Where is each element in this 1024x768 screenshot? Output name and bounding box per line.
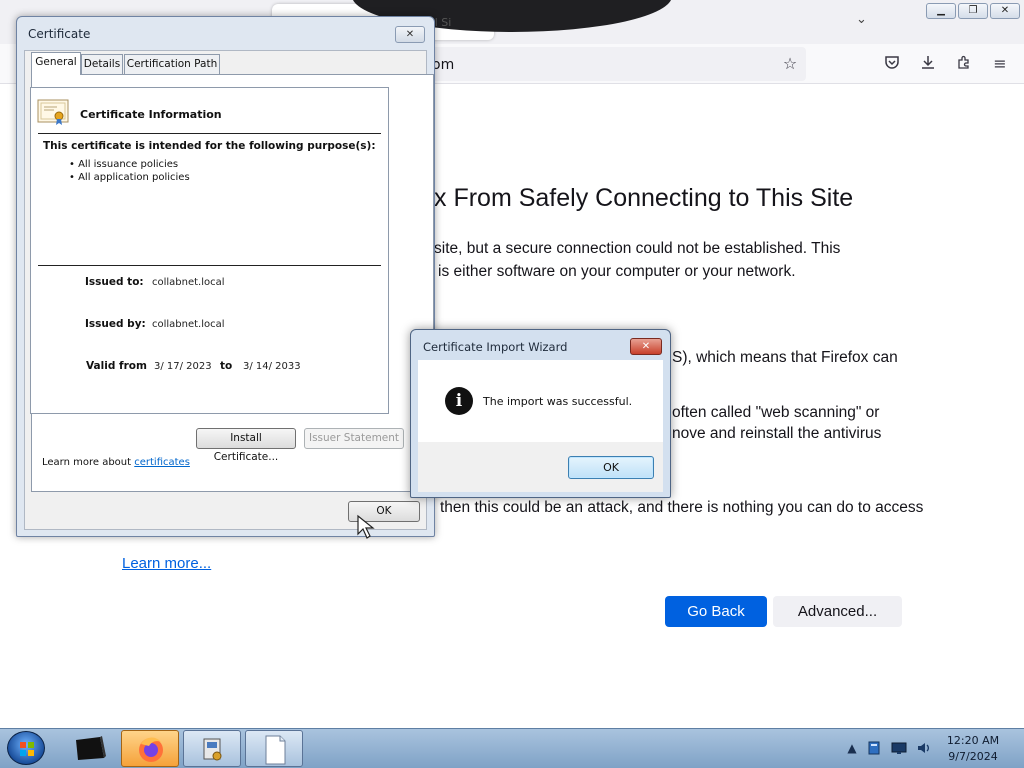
issued-by-value: collabnet.local bbox=[152, 319, 225, 330]
display-icon[interactable] bbox=[891, 740, 907, 756]
certificate-info-heading: Certificate Information bbox=[80, 108, 222, 121]
tab-label: Details bbox=[83, 58, 121, 70]
clock-time: 12:20 AM bbox=[946, 734, 1000, 747]
import-wizard-dialog: Certificate Import Wizard ✕ i The import… bbox=[410, 329, 671, 498]
extensions-icon[interactable] bbox=[954, 54, 974, 74]
learn-more-prefix: Learn more about bbox=[42, 457, 135, 468]
certificate-icon bbox=[37, 99, 69, 125]
error-paragraph-line: site, but a secure connection could not … bbox=[434, 240, 841, 257]
close-icon: ✕ bbox=[641, 341, 651, 352]
wizard-close-button[interactable]: ✕ bbox=[630, 338, 662, 355]
pocket-icon[interactable] bbox=[882, 54, 902, 74]
wizard-message: The import was successful. bbox=[483, 395, 633, 408]
network-drive-icon[interactable] bbox=[866, 740, 882, 756]
divider bbox=[38, 265, 381, 266]
minimize-button[interactable]: ▁ bbox=[926, 3, 956, 19]
tab-list-icon[interactable]: ⌄ bbox=[856, 12, 874, 30]
restore-button[interactable]: ❐ bbox=[958, 3, 988, 19]
download-icon[interactable] bbox=[918, 54, 938, 74]
certificates-link[interactable]: certificates bbox=[134, 457, 190, 468]
start-button[interactable] bbox=[7, 731, 45, 765]
purpose-item: • All application policies bbox=[69, 172, 190, 183]
issued-to-value: collabnet.local bbox=[152, 277, 225, 288]
info-icon: i bbox=[445, 387, 473, 415]
valid-from-label: Valid from bbox=[86, 360, 147, 372]
dialog-title: Certificate bbox=[28, 27, 91, 41]
dialog-close-button[interactable]: ✕ bbox=[395, 26, 425, 43]
close-window-button[interactable]: ✕ bbox=[990, 3, 1020, 19]
wizard-content: i The import was successful. OK bbox=[418, 360, 663, 492]
learn-more-certificates: Learn more about certificates bbox=[42, 457, 190, 468]
valid-from-value: 3/ 17/ 2023 bbox=[154, 361, 212, 372]
tab-label: Certification Path bbox=[126, 58, 218, 70]
error-paragraph-line: then this could be an attack, and there … bbox=[440, 499, 924, 516]
tab-details[interactable]: Details bbox=[81, 54, 123, 74]
tab-certification-path[interactable]: Certification Path bbox=[124, 54, 220, 74]
restore-icon: ❐ bbox=[968, 5, 978, 16]
issued-to-label: Issued to: bbox=[85, 276, 144, 288]
error-paragraph-line: often called "web scanning" or bbox=[672, 404, 880, 421]
advanced-button[interactable]: Advanced... bbox=[773, 596, 902, 627]
menu-icon[interactable]: ≡ bbox=[990, 54, 1010, 74]
go-back-button[interactable]: Go Back bbox=[665, 596, 767, 627]
star-icon[interactable]: ☆ bbox=[780, 54, 800, 74]
firefox-icon bbox=[139, 737, 163, 762]
install-certificate-button[interactable]: Install Certificate... bbox=[196, 428, 296, 463]
valid-to-label: to bbox=[220, 360, 233, 372]
taskbar-document[interactable] bbox=[245, 730, 303, 767]
message-area: i The import was successful. bbox=[418, 360, 663, 442]
learn-more-link[interactable]: Learn more... bbox=[122, 555, 211, 572]
document-icon bbox=[265, 735, 286, 765]
volume-icon[interactable] bbox=[916, 740, 932, 756]
issued-by-label: Issued by: bbox=[85, 318, 146, 330]
taskbar-certificate-manager[interactable] bbox=[183, 730, 241, 767]
tab-general[interactable]: General bbox=[31, 52, 81, 75]
url-text[interactable]: om bbox=[432, 57, 454, 73]
close-icon: ✕ bbox=[405, 29, 415, 40]
error-paragraph-line: is either software on your computer or y… bbox=[438, 263, 796, 280]
error-paragraph-line: nove and reinstall the antivirus bbox=[672, 425, 882, 442]
wizard-ok-button[interactable]: OK bbox=[568, 456, 654, 479]
taskbar-terminal[interactable] bbox=[60, 730, 118, 767]
issuer-statement-button[interactable]: Issuer Statement bbox=[304, 428, 404, 449]
terminal-icon bbox=[76, 736, 106, 760]
mouse-cursor-icon bbox=[357, 514, 375, 539]
purpose-item: • All issuance policies bbox=[69, 159, 179, 170]
certificate-manager-icon bbox=[203, 738, 222, 761]
show-hidden-icons-icon[interactable]: ▲ bbox=[844, 740, 860, 756]
minimize-icon: ▁ bbox=[937, 5, 945, 16]
error-paragraph-line: S), which means that Firefox can bbox=[672, 349, 898, 366]
tab-label: General bbox=[35, 56, 77, 68]
clock-date: 9/7/2024 bbox=[948, 750, 998, 763]
taskbar-clock[interactable]: 12:20 AM 9/7/2024 bbox=[940, 733, 1006, 765]
windows-logo-icon bbox=[20, 742, 34, 756]
close-icon: ✕ bbox=[1000, 5, 1010, 16]
purpose-heading: This certificate is intended for the fol… bbox=[43, 140, 376, 152]
valid-to-value: 3/ 14/ 2033 bbox=[243, 361, 301, 372]
divider bbox=[38, 133, 381, 134]
taskbar-firefox[interactable] bbox=[121, 730, 179, 767]
error-page-title: x From Safely Connecting to This Site bbox=[434, 184, 854, 212]
url-bar[interactable] bbox=[430, 47, 806, 81]
wizard-title: Certificate Import Wizard bbox=[423, 340, 568, 354]
